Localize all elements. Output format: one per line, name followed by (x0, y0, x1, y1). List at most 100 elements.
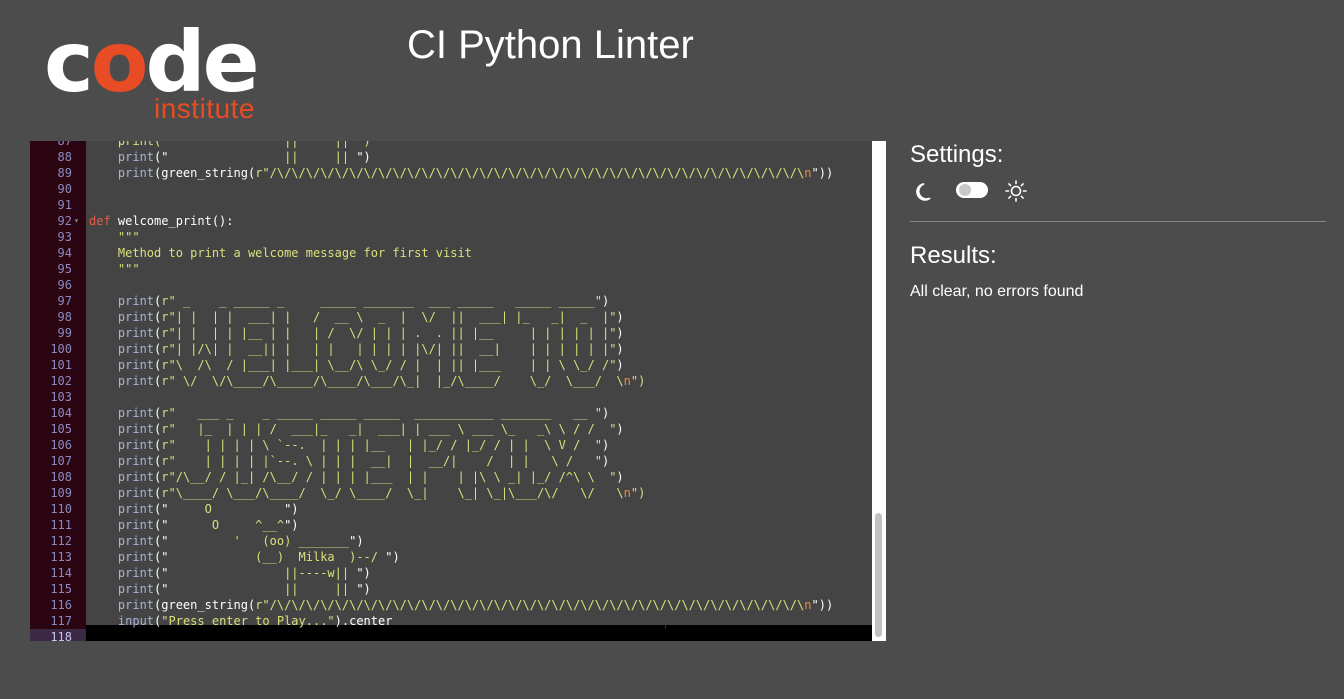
code-token: print (117, 294, 155, 308)
fold-toggle-icon[interactable]: ▾ (74, 213, 79, 229)
code-token: ")) (811, 166, 834, 180)
code-token: (" (154, 150, 169, 164)
code-token: (" (154, 534, 169, 548)
code-token: ") (356, 150, 371, 164)
code-token: (green_string( (154, 166, 256, 180)
code-line[interactable]: 100 print(r"| |/\| | __|| | | | | | | | … (30, 341, 872, 357)
code-token: ) (616, 326, 624, 340)
editor-scrollbar-thumb[interactable] (875, 513, 882, 637)
code-line[interactable]: 113 print(" (__) Milka )--/ ") (30, 549, 872, 565)
code-token: print (117, 550, 155, 564)
code-line[interactable]: 106 print(r" | | | | \ `--. | | | |__ | … (30, 437, 872, 453)
code-line[interactable]: 105 print(r" |_ | | | / ___|_ _| ___| | … (30, 421, 872, 437)
code-text: Method to print a welcome message for fi… (89, 245, 472, 261)
code-line[interactable]: 117 input("Press enter to Play...").cent… (30, 613, 872, 629)
code-line[interactable]: 102 print(r" \/ \/\____/\_____/\____/\__… (30, 373, 872, 389)
code-line[interactable]: 96 (30, 277, 872, 293)
sun-icon[interactable] (1004, 179, 1028, 203)
code-line[interactable]: 95 """ (30, 261, 872, 277)
code-line[interactable]: 109 print(r"\____/ \___/\____/ \_/ \____… (30, 485, 872, 501)
code-line[interactable]: 114 print(" ||----w|| ") (30, 565, 872, 581)
code-line[interactable]: 92 ▾ def welcome_print(): (30, 213, 872, 229)
code-token: ) (601, 438, 610, 452)
code-text: print(" O ^__^") (89, 517, 299, 533)
code-line[interactable]: 91 (30, 197, 872, 213)
code-line[interactable]: 110 print(" O ") (30, 501, 872, 517)
code-token: """ (89, 230, 140, 244)
code-line[interactable]: 90 (30, 181, 872, 197)
line-number: 98 (57, 310, 72, 324)
code-token: print (117, 582, 155, 596)
code-line[interactable]: 98 print(r"| | | | ___| | / __ \ _ | \/ … (30, 309, 872, 325)
code-line[interactable]: 101 print(r"\ /\ / |___| |___| \__/\ \_/… (30, 357, 872, 373)
editor-scrollbar[interactable] (872, 141, 886, 641)
code-line[interactable]: 94 Method to print a welcome message for… (30, 245, 872, 261)
code-token: ") (284, 518, 299, 532)
code-lines[interactable]: 87 print(" || || ") 88 print(" || || ") 89… (30, 141, 872, 641)
code-text: print(r"/\__/ / |_| /\__/ / | | | |___ |… (89, 469, 624, 485)
code-line[interactable]: 115 print(" || || ") (30, 581, 872, 597)
code-line[interactable]: 97 print(r" _ _ _____ _ _____ _______ __… (30, 293, 872, 309)
code-token: ") (356, 566, 371, 580)
code-token: Method to print a welcome message for fi… (89, 246, 472, 260)
code-token: welcome_print(): (110, 214, 234, 228)
code-token: print (117, 374, 155, 388)
code-line[interactable]: 103 (30, 389, 872, 405)
page-title: CI Python Linter (407, 23, 694, 67)
results-message: All clear, no errors found (910, 283, 1084, 300)
code-line[interactable]: 116 print(green_string(r"/\/\/\/\/\/\/\/… (30, 597, 872, 613)
code-token: ) (601, 454, 610, 468)
code-line[interactable]: 88 print(" || || ") (30, 149, 872, 165)
line-number: 101 (50, 358, 72, 372)
code-editor[interactable]: 87 print(" || || ") 88 print(" || || ") 89… (30, 141, 886, 641)
code-token: O ^__^ (168, 518, 285, 532)
code-token: O (168, 502, 285, 516)
code-line[interactable]: 99 print(r"| | | | |__ | | | / \/ | | | … (30, 325, 872, 341)
moon-icon[interactable] (914, 179, 938, 203)
line-number: 115 (50, 582, 72, 596)
line-number: 102 (50, 374, 72, 388)
line-number: 90 (57, 182, 72, 196)
code-token: ) (601, 294, 610, 308)
code-token: (" (154, 566, 169, 580)
theme-toggle[interactable] (956, 182, 988, 198)
code-line[interactable]: 89 print(green_string(r"/\/\/\/\/\/\/\/\… (30, 165, 872, 181)
code-line[interactable]: 112 print(" ' (oo) _______") (30, 533, 872, 549)
line-number: 108 (50, 470, 72, 484)
code-token: print (117, 358, 155, 372)
code-line[interactable]: 93 """ (30, 229, 872, 245)
code-token: print (117, 518, 155, 532)
section-divider (910, 221, 1326, 222)
code-line[interactable]: 87 print(" || || ") (30, 141, 872, 149)
line-number: 107 (50, 454, 72, 468)
line-number: 99 (57, 326, 72, 340)
code-token: ) (616, 342, 624, 356)
code-text: print(" || || ") (89, 149, 371, 165)
code-token: def (89, 214, 111, 228)
code-token: n (623, 486, 631, 500)
code-line[interactable]: 111 print(" O ^__^") (30, 517, 872, 533)
code-text: """ (89, 261, 140, 277)
code-text: print(r"\____/ \___/\____/ \_/ \____/ \_… (89, 485, 645, 501)
code-text: print(green_string(r"/\/\/\/\/\/\/\/\/\/… (89, 165, 833, 181)
code-token: ") (630, 374, 646, 388)
code-token: print (117, 566, 155, 580)
code-token: ) (616, 422, 624, 436)
code-line[interactable]: 107 print(r" | | | | |`--. \ | | | __| |… (30, 453, 872, 469)
line-number: 95 (57, 262, 72, 276)
code-token: n (623, 374, 631, 388)
line-number: 112 (50, 534, 72, 548)
code-line[interactable]: 104 print(r" ___ _ _ _____ _____ _____ _… (30, 405, 872, 421)
code-line[interactable]: 108 print(r"/\__/ / |_| /\__/ / | | | |_… (30, 469, 872, 485)
code-line[interactable]: 118 (30, 629, 872, 641)
